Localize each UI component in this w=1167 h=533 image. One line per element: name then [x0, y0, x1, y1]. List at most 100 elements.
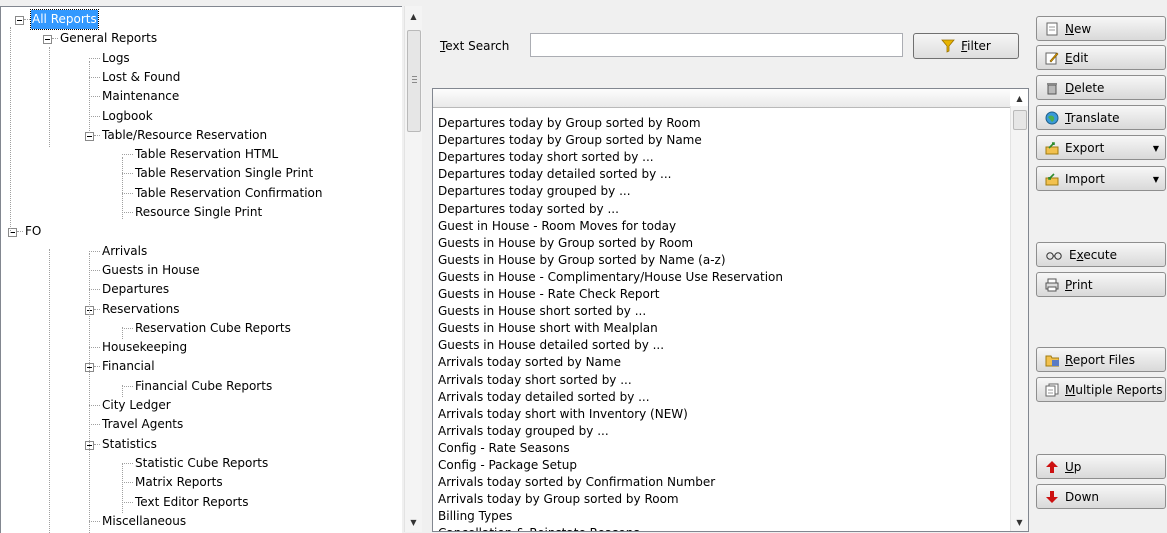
tree-node-label: Statistics [102, 436, 157, 451]
tree-node[interactable]: Table Reservation Single Print [1, 164, 401, 183]
list-item[interactable]: Arrivals today detailed sorted by ... [438, 389, 650, 406]
report-tree[interactable]: All Reports General Reports Logs Lost & Fou… [0, 6, 402, 533]
tree-node[interactable]: Guests in House [1, 261, 401, 280]
new-button[interactable]: New [1036, 16, 1166, 41]
list-item[interactable]: Departures today sorted by ... [438, 201, 619, 218]
tree-node[interactable]: Lost & Found [1, 68, 401, 87]
filter-button[interactable]: Filter [913, 33, 1019, 59]
export-button[interactable]: Export ▼ [1036, 135, 1166, 160]
report-list[interactable]: Departures today by Group sorted by Room… [432, 88, 1029, 532]
list-item[interactable]: Guests in House - Rate Check Report [438, 286, 659, 303]
list-item[interactable]: Guests in House detailed sorted by ... [438, 337, 664, 354]
tree-node[interactable]: Table Reservation HTML [1, 145, 401, 164]
tree-node[interactable]: Miscellaneous [1, 512, 401, 531]
scroll-down-arrow[interactable]: ▼ [405, 514, 422, 531]
down-button[interactable]: Down [1036, 484, 1166, 509]
list-item[interactable]: Guests in House by Group sorted by Name … [438, 252, 726, 269]
list-item[interactable]: Config - Package Setup [438, 457, 577, 474]
tree-node[interactable]: Table/Resource Reservation [1, 126, 401, 145]
tree-node-label: Table Reservation Single Print [135, 166, 314, 181]
list-item[interactable]: Departures today by Group sorted by Name [438, 132, 702, 149]
scroll-up-arrow[interactable]: ▲ [405, 8, 422, 25]
tree-scrollbar[interactable]: ▲ ▼ [404, 6, 422, 532]
translate-button[interactable]: Translate [1036, 105, 1166, 130]
list-item[interactable]: Guest in House - Room Moves for today [438, 218, 676, 235]
import-button[interactable]: Import ▼ [1036, 166, 1166, 191]
list-scroll-thumb[interactable] [1013, 110, 1027, 130]
tree-node[interactable]: Housekeeping [1, 338, 401, 357]
edit-button[interactable]: Edit [1036, 45, 1166, 70]
tree-node[interactable]: Maintenance [1, 87, 401, 106]
list-item[interactable]: Arrivals today short sorted by ... [438, 372, 632, 389]
up-button[interactable]: Up [1036, 454, 1166, 479]
tree-node[interactable]: Matrix Reports [1, 473, 401, 492]
print-button[interactable]: Print [1036, 272, 1166, 297]
tree-node[interactable]: Logbook [1, 107, 401, 126]
list-item[interactable]: Guests in House short sorted by ... [438, 303, 646, 320]
list-scroll-up-arrow[interactable]: ▲ [1011, 90, 1028, 107]
tree-node[interactable]: General Reports [1, 29, 401, 48]
tree-expander-icon[interactable] [15, 16, 24, 25]
list-item[interactable]: Arrivals today sorted by Name [438, 354, 621, 371]
tree-node[interactable]: Travel Agents [1, 415, 401, 434]
tree-node[interactable]: Financial [1, 357, 401, 376]
delete-button[interactable]: Delete [1036, 75, 1166, 100]
button-label: Execute [1069, 247, 1118, 262]
tree-node-label: Statistic Cube Reports [135, 455, 269, 470]
tree-node[interactable]: Table Reservation Confirmation [1, 184, 401, 203]
tree-node[interactable]: Resource Single Print [1, 203, 401, 222]
tree-node[interactable]: Text Editor Reports [1, 493, 401, 512]
tree-node[interactable]: Logs [1, 49, 401, 68]
tree-node-label: Reservation Cube Reports [135, 320, 291, 335]
tree-node[interactable]: FO [1, 222, 401, 241]
tree-node[interactable]: Reservations [1, 300, 401, 319]
tree-node-label: General Reports [60, 31, 158, 46]
list-item[interactable]: Departures today by Group sorted by Room [438, 115, 701, 132]
tree-node-label: Travel Agents [102, 417, 184, 432]
tree-node[interactable]: Arrivals [1, 242, 401, 261]
button-label: Export [1065, 140, 1105, 155]
dropdown-caret-icon: ▼ [1152, 175, 1159, 184]
document-icon [1045, 22, 1059, 36]
tree-expander-icon[interactable] [43, 35, 52, 45]
list-scrollbar[interactable]: ▲ ▼ [1010, 94, 1028, 531]
list-item[interactable]: Arrivals today grouped by ... [438, 423, 609, 440]
scroll-thumb[interactable] [407, 30, 421, 132]
report-list-panel: Text Search Filter Departures today by G… [425, 6, 1030, 532]
list-item[interactable]: Config - Rate Seasons [438, 440, 570, 457]
list-item[interactable]: Arrivals today short with Inventory (NEW… [438, 406, 688, 423]
tree-node-label: Financial Cube Reports [135, 378, 273, 393]
execute-button[interactable]: Execute [1036, 242, 1166, 267]
button-label: Edit [1065, 50, 1089, 65]
tree-node-label: Table Reservation HTML [135, 147, 279, 162]
tree-node-label: City Ledger [102, 398, 171, 412]
list-item[interactable]: Guests in House short with Mealplan [438, 320, 658, 337]
multiple-reports-button[interactable]: Multiple Reports [1036, 377, 1166, 402]
list-item[interactable]: Guests in House by Group sorted by Room [438, 235, 693, 252]
list-item[interactable]: Arrivals today by Group sorted by Room [438, 491, 679, 508]
tree-node[interactable]: Financial Cube Reports [1, 377, 401, 396]
tree-node[interactable]: Statistics [1, 435, 401, 454]
tree-node[interactable]: Departures [1, 280, 401, 299]
text-search-input[interactable] [530, 33, 903, 57]
tree-expander-icon[interactable] [85, 131, 94, 141]
tree-node[interactable]: Statistic Cube Reports [1, 454, 401, 473]
tree-node-label: Logbook [102, 108, 153, 123]
tree-node-label: Matrix Reports [135, 475, 223, 490]
tree-node-label: Miscellaneous [102, 513, 187, 528]
tree-node[interactable]: All Reports [1, 9, 401, 30]
list-item[interactable]: Guests in House - Complimentary/House Us… [438, 269, 783, 286]
tree-node-label: Guests in House [102, 262, 200, 277]
tree-node[interactable]: Reservation Cube Reports [1, 319, 401, 338]
list-item[interactable]: Departures today detailed sorted by ... [438, 166, 671, 183]
list-item[interactable]: Arrivals today sorted by Confirmation Nu… [438, 474, 715, 491]
folder-icon [1045, 353, 1059, 367]
list-scroll-down-arrow[interactable]: ▼ [1011, 514, 1028, 531]
list-item[interactable]: Departures today short sorted by ... [438, 149, 654, 166]
report-files-button[interactable]: Report Files [1036, 347, 1166, 372]
tree-node-label: Table Reservation Confirmation [135, 185, 323, 200]
list-item[interactable]: Billing Types [438, 508, 512, 525]
list-item[interactable]: Cancellation & Reinstate Reasons [438, 525, 640, 531]
tree-node[interactable]: City Ledger [1, 396, 401, 415]
list-item[interactable]: Departures today grouped by ... [438, 183, 631, 200]
